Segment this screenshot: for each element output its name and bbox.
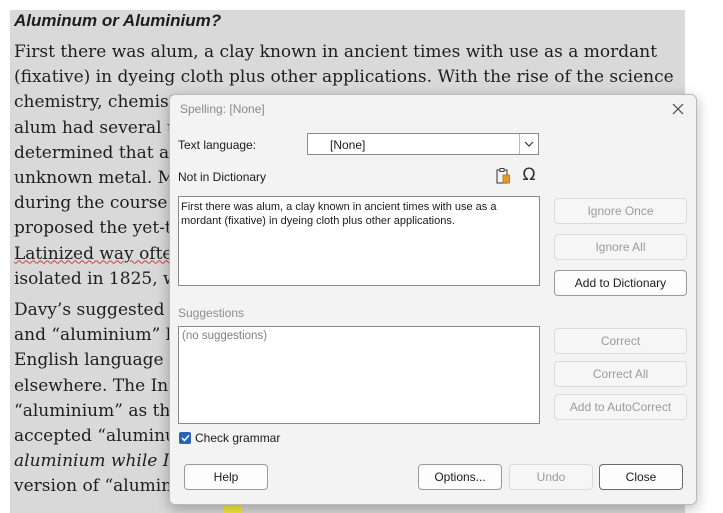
help-button[interactable]: Help bbox=[184, 464, 268, 490]
dialog-title: Spelling: [None] bbox=[180, 102, 265, 116]
check-grammar-label: Check grammar bbox=[195, 431, 281, 445]
ignore-once-button[interactable]: Ignore Once bbox=[554, 198, 687, 224]
chevron-down-icon[interactable] bbox=[519, 134, 538, 154]
undo-button[interactable]: Undo bbox=[509, 464, 593, 490]
highlight-mark bbox=[224, 505, 242, 513]
text-language-select[interactable]: [None] bbox=[307, 133, 539, 155]
doc-line: First there was alum, a clay known in an… bbox=[14, 42, 658, 62]
doc-line: (fixative) in dyeing cloth plus other ap… bbox=[14, 67, 674, 88]
not-in-dictionary-label: Not in Dictionary bbox=[178, 170, 267, 184]
checkmark-icon bbox=[180, 434, 190, 442]
add-to-dictionary-button[interactable]: Add to Dictionary bbox=[554, 270, 687, 296]
ignore-all-button[interactable]: Ignore All bbox=[554, 234, 687, 260]
suggestions-list[interactable]: (no suggestions) bbox=[178, 326, 540, 424]
add-to-autocorrect-button[interactable]: Add to AutoCorrect bbox=[554, 394, 687, 420]
text-language-value: [None] bbox=[330, 138, 366, 152]
suggestions-placeholder: (no suggestions) bbox=[182, 330, 268, 342]
not-in-dictionary-textbox[interactable]: First there was alum, a clay known in an… bbox=[178, 196, 540, 286]
spelling-dialog: Spelling: [None] Text language: [None] N… bbox=[169, 94, 697, 505]
options-button[interactable]: Options... bbox=[418, 464, 502, 490]
close-button[interactable]: Close bbox=[599, 464, 683, 490]
paste-icon[interactable] bbox=[495, 167, 511, 185]
suggestions-label: Suggestions bbox=[178, 306, 245, 320]
omega-icon[interactable]: Ω bbox=[520, 165, 538, 185]
document-heading: Aluminum or Aluminium? bbox=[14, 11, 222, 30]
check-grammar-checkbox[interactable] bbox=[179, 432, 191, 444]
close-icon[interactable] bbox=[668, 99, 688, 119]
correct-button[interactable]: Correct bbox=[554, 328, 687, 354]
text-language-label: Text language: bbox=[178, 138, 257, 152]
correct-all-button[interactable]: Correct All bbox=[554, 361, 687, 387]
